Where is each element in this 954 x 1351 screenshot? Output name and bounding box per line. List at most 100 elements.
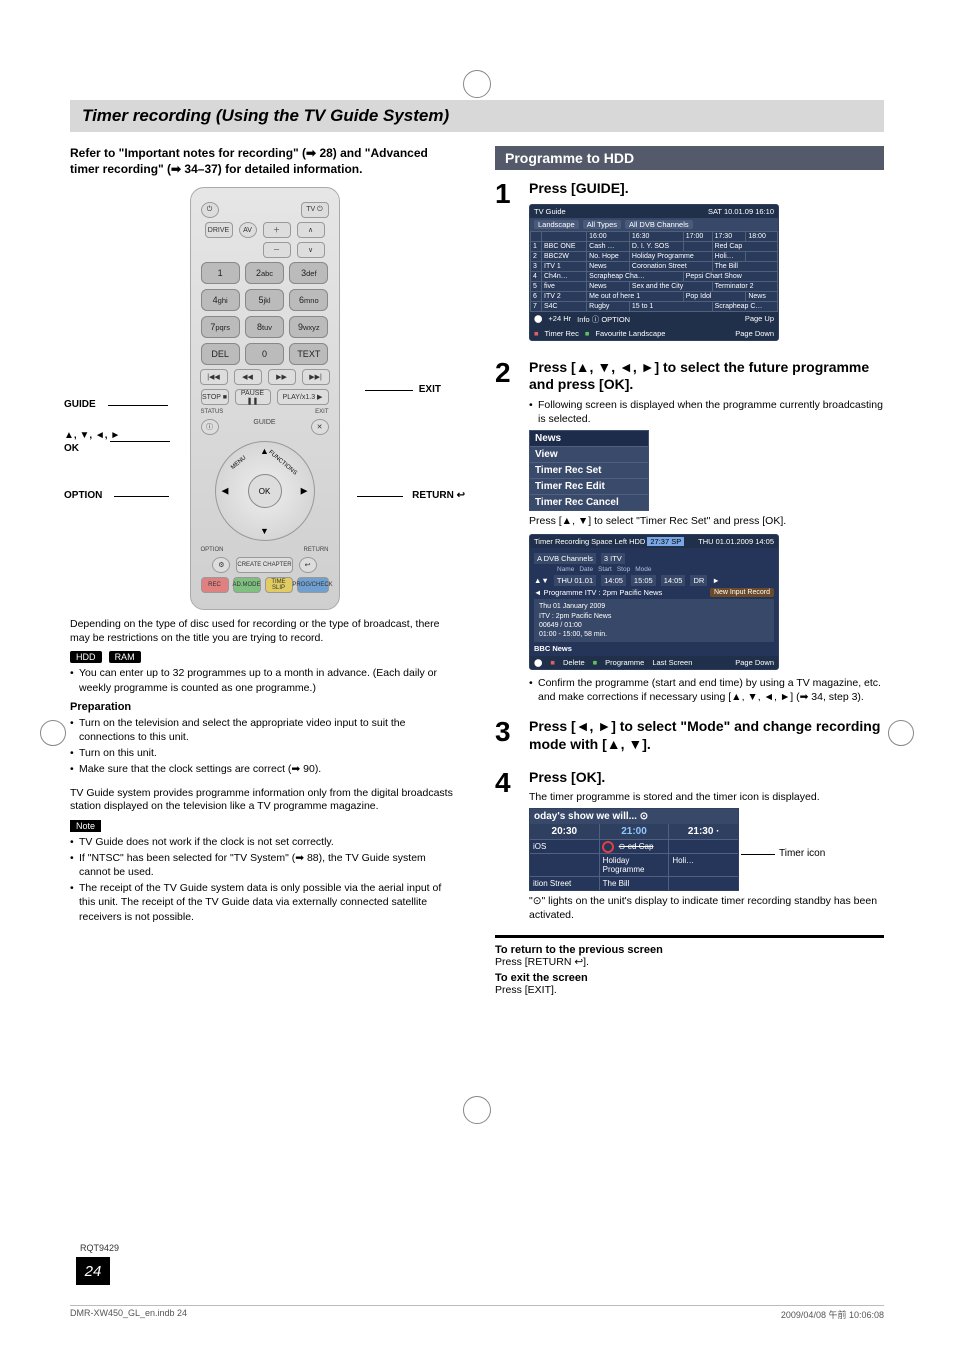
notes-list: TV Guide does not work if the clock is n… [70,835,459,924]
lead-text: Refer to "Important notes for recording"… [70,146,459,177]
note-1: If "NTSC" has been selected for "TV Syst… [70,851,459,879]
key-text: TEXT [289,343,328,365]
remote-figure: GUIDE ▲, ▼, ◄, ► OK OPTION EXIT RETURN ↩… [70,187,459,610]
ret-h1: To return to the previous screen [495,944,884,956]
popup-view: View [530,446,648,462]
popup-edit: Timer Rec Edit [530,478,648,494]
remote-caption: Depending on the type of disc used for r… [70,618,459,645]
key-del: DEL [201,343,240,365]
callout-arrows: ▲, ▼, ◄, ► [64,430,120,441]
ret-t1: Press [RETURN ↩]. [495,956,884,968]
dpad: ▲ ▼ ◀ ▶ FUNCTIONS MENU OK [215,441,315,541]
left-column: Refer to "Important notes for recording"… [70,146,459,1000]
key-0: 0 [245,343,284,365]
ch-dn: ∨ [297,242,325,258]
result-top: oday's show we will... ⊙ [530,809,738,824]
right-column: Programme to HDD 1 Press [GUIDE]. TV Gui… [495,146,884,1000]
context-popup: News View Timer Rec Set Timer Rec Edit T… [529,430,649,511]
ret-t2: Press [EXIT]. [495,984,884,996]
step-2-confirm: Confirm the programme (start and end tim… [529,676,884,704]
red-btn: REC [201,577,229,593]
step-4-sub: The timer programme is stored and the ti… [529,791,884,805]
play-btn: PLAY/x1.3 ▶ [277,389,329,405]
callout-option: OPTION [64,490,102,501]
footer-left: DMR-XW450_GL_en.indb 24 [70,1308,187,1321]
step-4: 4 Press [OK]. The timer programme is sto… [495,769,884,922]
hdd-pill: HDD [70,651,102,663]
yellow-btn: TIME SLIP [265,577,293,593]
guide-types: All Types [583,220,621,229]
rqt-code: RQT9429 [80,1243,119,1253]
timer-rec-ui: Timer Recording Space Left HDD 27:37 SP … [529,534,779,669]
step-3-title: Press [◄, ►] to select "Mode" and change… [529,718,884,753]
prep-list: Turn on the television and select the ap… [70,716,459,777]
ram-pill: RAM [109,651,141,663]
prep-0: Turn on the television and select the ap… [70,716,459,744]
step-4-title: Press [OK]. [529,769,884,787]
ret-h2: To exit the screen [495,972,884,984]
key-2: 2abc [245,262,284,284]
remote-control: ⏻ TV ⏻ DRIVE AV ＋ ∧ － ∨ [190,187,340,610]
guide-mode: Landscape [534,220,579,229]
av-btn: AV [239,222,257,238]
step-1-title: Press [GUIDE]. [529,180,884,198]
tvguide-para: TV Guide system provides programme infor… [70,787,459,814]
return-btn: ↩ [299,557,317,573]
step-2-after: Press [▲, ▼] to select "Timer Rec Set" a… [529,515,884,529]
footer-right: 2009/04/08 午前 10:06:08 [781,1308,884,1321]
tv-guide-ui: TV Guide SAT 10.01.09 16:10 Landscape Al… [529,204,779,341]
key-6: 6mno [289,289,328,311]
note-2: The receipt of the TV Guide system data … [70,881,459,924]
step-2-num: 2 [495,359,517,707]
note-0: TV Guide does not work if the clock is n… [70,835,459,849]
power-icon: ⏻ [201,202,219,218]
guide-grid: 16:00 16:30 17:00 17:30 18:00 1BBC ONECa… [530,231,778,312]
timer-icon-label: Timer icon [779,848,825,859]
prep-2: Make sure that the clock settings are co… [70,762,459,776]
vol-up: ＋ [263,222,291,238]
prev-icon: |◀◀ [200,369,228,385]
popup-cancel: Timer Rec Cancel [530,494,648,510]
key-5: 5jkl [245,289,284,311]
popup-set: Timer Rec Set [530,462,648,478]
drive-select: DRIVE [205,222,233,238]
key-3: 3def [289,262,328,284]
key-1: 1 [201,262,240,284]
fwd-icon: ▶▶ [268,369,296,385]
ok-btn: OK [248,474,282,508]
note-label: Note [70,820,101,832]
return-block: To return to the previous screen Press [… [495,944,884,996]
callout-guide: GUIDE [64,399,96,410]
key-9: 9wxyz [289,316,328,338]
blue-btn: PROG/CHECK [297,577,329,593]
prep-1: Turn on this unit. [70,746,459,760]
status-btn: ⓘ [201,419,219,435]
callout-exit: EXIT [419,384,441,395]
section-title: Programme to HDD [495,146,884,170]
exit-btn: ✕ [311,419,329,435]
step-4-num: 4 [495,769,517,922]
hdd-ram-note-0: You can enter up to 32 programmes up to … [70,666,459,694]
callout-return: RETURN ↩ [412,490,465,501]
new-input-record: New Input Record [710,588,774,597]
step-3-num: 3 [495,718,517,757]
ch-up: ∧ [297,222,325,238]
step-2-title: Press [▲, ▼, ◄, ►] to select the future … [529,359,884,394]
step-4-foot: "⊙" lights on the unit's display to indi… [529,895,884,922]
step-1: 1 Press [GUIDE]. TV Guide SAT 10.01.09 1… [495,180,884,347]
stop-btn: STOP ■ [201,389,229,405]
popup-title: News [530,431,648,446]
next-icon: ▶▶| [302,369,330,385]
hdd-ram-list: You can enter up to 32 programmes up to … [70,666,459,694]
option-btn: ⚙ [212,557,230,573]
step-3: 3 Press [◄, ►] to select "Mode" and chan… [495,718,884,757]
step-2: 2 Press [▲, ▼, ◄, ►] to select the futur… [495,359,884,707]
key-4: 4ghi [201,289,240,311]
step-1-num: 1 [495,180,517,347]
create-chapter: CREATE CHAPTER [236,557,292,573]
green-btn: AD.MODE [233,577,261,593]
page-number: 24 [76,1257,110,1285]
page-title-bar: Timer recording (Using the TV Guide Syst… [70,100,884,132]
prep-heading: Preparation [70,701,459,713]
pause-btn: PAUSE ❚❚ [235,389,271,405]
